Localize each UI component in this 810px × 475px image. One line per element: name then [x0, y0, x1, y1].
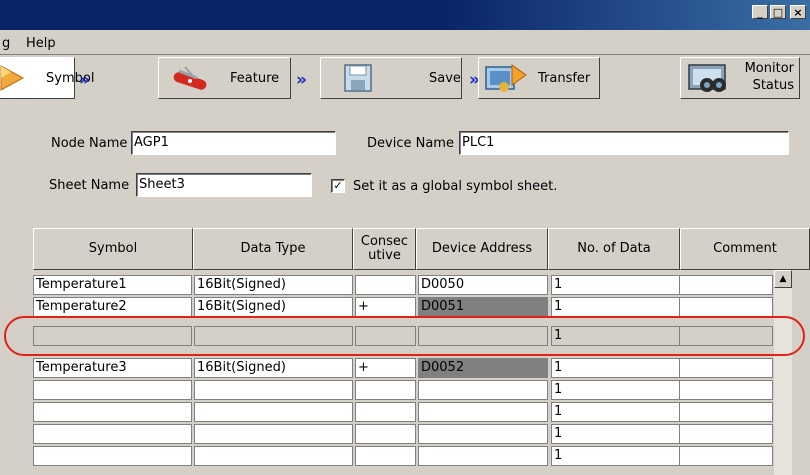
- cell-consecutive[interactable]: [355, 402, 416, 422]
- global-symbol-checkbox[interactable]: ✓: [331, 179, 345, 193]
- cell-device-address[interactable]: [418, 402, 548, 422]
- cell-symbol[interactable]: [33, 424, 192, 444]
- device-name-field[interactable]: PLC1: [459, 131, 789, 155]
- floppy-disk-icon: [344, 64, 372, 92]
- cell-data-type[interactable]: [194, 402, 353, 422]
- arrow-right-icon: »: [296, 70, 307, 90]
- transfer-label: Transfer: [538, 71, 591, 86]
- sheet-name-label: Sheet Name: [49, 178, 130, 193]
- column-header-symbol[interactable]: Symbol: [33, 228, 193, 270]
- symbol-button[interactable]: Symbol: [0, 57, 94, 99]
- feature-label: Feature: [230, 71, 280, 86]
- cell-symbol[interactable]: [33, 402, 192, 422]
- cell-consecutive[interactable]: [355, 424, 416, 444]
- cell-device-address[interactable]: [418, 446, 548, 466]
- cell-comment[interactable]: [679, 446, 773, 466]
- monitor-status-button[interactable]: Monitor Status: [680, 57, 800, 99]
- cell-symbol[interactable]: Temperature1: [33, 275, 192, 295]
- cell-device-address[interactable]: [418, 380, 548, 400]
- transfer-icon: [485, 64, 527, 92]
- cell-no-of-data[interactable]: 1: [551, 297, 680, 317]
- close-button[interactable]: ×: [790, 5, 806, 19]
- arrow-right-icon: »: [469, 70, 480, 90]
- transfer-button[interactable]: Transfer: [478, 57, 600, 99]
- device-name-label: Device Name: [367, 136, 454, 151]
- cell-no-of-data[interactable]: 1: [551, 358, 680, 378]
- cell-comment[interactable]: [679, 402, 773, 422]
- symbol-label: Symbol: [46, 71, 95, 86]
- cell-data-type[interactable]: 16Bit(Signed): [194, 358, 353, 378]
- cell-comment[interactable]: [679, 358, 773, 378]
- feature-button[interactable]: Feature: [158, 57, 291, 99]
- cell-consecutive[interactable]: [355, 275, 416, 295]
- cell-comment[interactable]: [679, 424, 773, 444]
- column-header-comment[interactable]: Comment: [680, 228, 810, 270]
- vertical-scrollbar[interactable]: ▲: [774, 270, 792, 475]
- cell-symbol[interactable]: [33, 446, 192, 466]
- node-name-label: Node Name: [51, 136, 128, 151]
- cell-consecutive[interactable]: [355, 380, 416, 400]
- cell-consecutive[interactable]: [355, 446, 416, 466]
- cell-no-of-data[interactable]: 1: [551, 380, 680, 400]
- cell-comment[interactable]: [679, 275, 773, 295]
- cell-device-address[interactable]: [418, 424, 548, 444]
- column-header-consecutive[interactable]: Consec utive: [353, 228, 416, 270]
- minimize-button[interactable]: _: [752, 5, 768, 19]
- cell-data-type[interactable]: [194, 424, 353, 444]
- cell-device-address[interactable]: D0051: [418, 297, 548, 317]
- cell-symbol[interactable]: [33, 380, 192, 400]
- toolbar-separator: [0, 54, 810, 55]
- monitor-label-line1: Monitor: [744, 61, 794, 76]
- save-button[interactable]: Save: [320, 57, 462, 99]
- monitor-label-line2: Status: [752, 78, 794, 93]
- cell-data-type[interactable]: [194, 446, 353, 466]
- scroll-up-icon[interactable]: ▲: [774, 270, 792, 288]
- cell-device-address[interactable]: D0050: [418, 275, 548, 295]
- maximize-button[interactable]: □: [770, 5, 786, 19]
- column-header-no-of-data[interactable]: No. of Data: [548, 228, 680, 270]
- menu-item-partial[interactable]: g: [2, 36, 10, 51]
- global-symbol-label: Set it as a global symbol sheet.: [353, 179, 558, 194]
- cell-comment[interactable]: [679, 380, 773, 400]
- swiss-knife-icon: [173, 66, 207, 90]
- cell-data-type[interactable]: 16Bit(Signed): [194, 297, 353, 317]
- cell-device-address[interactable]: D0052: [418, 358, 548, 378]
- arrow-right-icon: »: [79, 70, 90, 90]
- highlight-ellipse: [4, 316, 805, 356]
- cell-no-of-data[interactable]: 1: [551, 424, 680, 444]
- column-header-device-address[interactable]: Device Address: [416, 228, 548, 270]
- cell-consecutive[interactable]: +: [355, 358, 416, 378]
- menu-item-help[interactable]: Help: [26, 36, 56, 51]
- cell-consecutive[interactable]: +: [355, 297, 416, 317]
- cell-symbol[interactable]: Temperature3: [33, 358, 192, 378]
- cell-data-type[interactable]: [194, 380, 353, 400]
- cell-no-of-data[interactable]: 1: [551, 402, 680, 422]
- monitor-binoculars-icon: [688, 64, 726, 92]
- save-label: Save: [429, 71, 461, 86]
- window-title-bar[interactable]: _ □ ×: [0, 0, 810, 30]
- cell-no-of-data[interactable]: 1: [551, 446, 680, 466]
- node-name-field[interactable]: AGP1: [131, 131, 336, 155]
- cell-no-of-data[interactable]: 1: [551, 275, 680, 295]
- cell-comment[interactable]: [679, 297, 773, 317]
- sheet-name-field[interactable]: Sheet3: [136, 173, 312, 197]
- cell-symbol[interactable]: Temperature2: [33, 297, 192, 317]
- symbol-icon: [0, 65, 25, 91]
- column-header-data-type[interactable]: Data Type: [193, 228, 353, 270]
- cell-data-type[interactable]: 16Bit(Signed): [194, 275, 353, 295]
